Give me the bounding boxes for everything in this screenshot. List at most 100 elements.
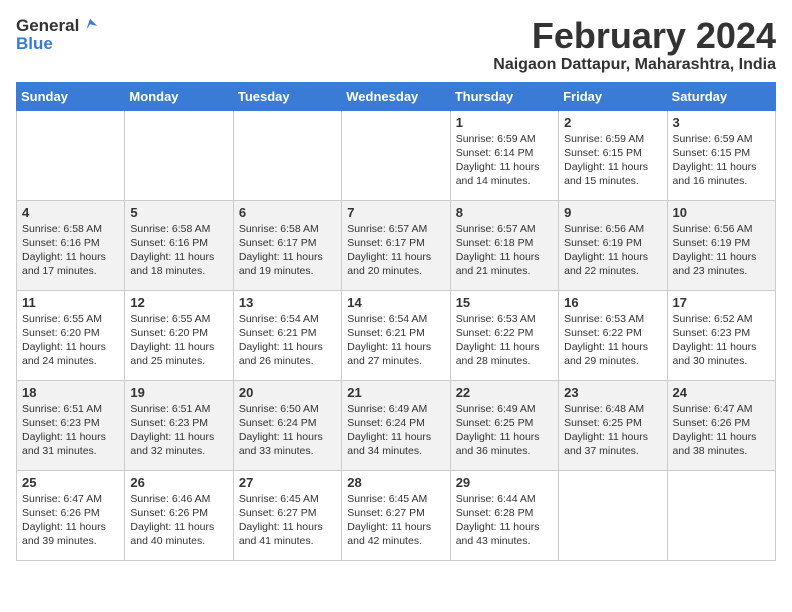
- day-number: 9: [564, 205, 661, 220]
- weekday-header-cell: Saturday: [667, 82, 775, 110]
- day-number: 10: [673, 205, 770, 220]
- calendar-day-cell: 29 Sunrise: 6:44 AMSunset: 6:28 PMDayligh…: [450, 470, 558, 560]
- weekday-header-cell: Wednesday: [342, 82, 450, 110]
- calendar-day-cell: [667, 470, 775, 560]
- calendar-day-cell: 27 Sunrise: 6:45 AMSunset: 6:27 PMDayligh…: [233, 470, 341, 560]
- calendar-body: 1 Sunrise: 6:59 AMSunset: 6:14 PMDaylight…: [17, 110, 776, 560]
- day-info: Sunrise: 6:57 AMSunset: 6:18 PMDaylight:…: [456, 222, 553, 279]
- day-info: Sunrise: 6:51 AMSunset: 6:23 PMDaylight:…: [130, 402, 227, 459]
- day-info: Sunrise: 6:55 AMSunset: 6:20 PMDaylight:…: [130, 312, 227, 369]
- calendar-day-cell: 15Sunrise: 6:53 AMSunset: 6:22 PMDayligh…: [450, 290, 558, 380]
- day-number: 5: [130, 205, 227, 220]
- title-block: February 2024 Naigaon Dattapur, Maharash…: [493, 16, 776, 74]
- day-number: 17: [673, 295, 770, 310]
- calendar-table: SundayMondayTuesdayWednesdayThursdayFrid…: [16, 82, 776, 561]
- logo-general-text: General: [16, 16, 79, 36]
- day-number: 25: [22, 475, 119, 490]
- calendar-day-cell: 8 Sunrise: 6:57 AMSunset: 6:18 PMDaylight…: [450, 200, 558, 290]
- day-number: 6: [239, 205, 336, 220]
- day-info: Sunrise: 6:58 AMSunset: 6:16 PMDaylight:…: [22, 222, 119, 279]
- calendar-day-cell: 23 Sunrise: 6:48 AMSunset: 6:25 PMDayligh…: [559, 380, 667, 470]
- calendar-day-cell: 16 Sunrise: 6:53 AMSunset: 6:22 PMDayligh…: [559, 290, 667, 380]
- day-info: Sunrise: 6:56 AMSunset: 6:19 PMDaylight:…: [564, 222, 661, 279]
- day-info: Sunrise: 6:59 AMSunset: 6:14 PMDaylight:…: [456, 132, 553, 189]
- calendar-week-row: 25 Sunrise: 6:47 AMSunset: 6:26 PMDayligh…: [17, 470, 776, 560]
- day-number: 29: [456, 475, 553, 490]
- day-info: Sunrise: 6:54 AMSunset: 6:21 PMDaylight:…: [239, 312, 336, 369]
- day-number: 2: [564, 115, 661, 130]
- day-number: 14: [347, 295, 444, 310]
- day-number: 12: [130, 295, 227, 310]
- calendar-day-cell: [342, 110, 450, 200]
- calendar-day-cell: 21 Sunrise: 6:49 AMSunset: 6:24 PMDayligh…: [342, 380, 450, 470]
- calendar-week-row: 1 Sunrise: 6:59 AMSunset: 6:14 PMDaylight…: [17, 110, 776, 200]
- day-number: 20: [239, 385, 336, 400]
- logo-blue-text: Blue: [16, 34, 53, 54]
- day-info: Sunrise: 6:45 AMSunset: 6:27 PMDaylight:…: [347, 492, 444, 549]
- calendar-header: SundayMondayTuesdayWednesdayThursdayFrid…: [17, 82, 776, 110]
- calendar-day-cell: 18 Sunrise: 6:51 AMSunset: 6:23 PMDayligh…: [17, 380, 125, 470]
- day-number: 8: [456, 205, 553, 220]
- weekday-header-cell: Monday: [125, 82, 233, 110]
- day-number: 7: [347, 205, 444, 220]
- day-info: Sunrise: 6:49 AMSunset: 6:24 PMDaylight:…: [347, 402, 444, 459]
- day-number: 27: [239, 475, 336, 490]
- day-info: Sunrise: 6:55 AMSunset: 6:20 PMDaylight:…: [22, 312, 119, 369]
- logo-bird-icon: [81, 17, 99, 35]
- calendar-title: February 2024: [493, 16, 776, 56]
- day-number: 16: [564, 295, 661, 310]
- calendar-day-cell: 2Sunrise: 6:59 AMSunset: 6:15 PMDaylight…: [559, 110, 667, 200]
- day-number: 15: [456, 295, 553, 310]
- calendar-day-cell: 24Sunrise: 6:47 AMSunset: 6:26 PMDayligh…: [667, 380, 775, 470]
- weekday-header-row: SundayMondayTuesdayWednesdayThursdayFrid…: [17, 82, 776, 110]
- weekday-header-cell: Friday: [559, 82, 667, 110]
- calendar-day-cell: 4 Sunrise: 6:58 AMSunset: 6:16 PMDaylight…: [17, 200, 125, 290]
- calendar-day-cell: 28Sunrise: 6:45 AMSunset: 6:27 PMDayligh…: [342, 470, 450, 560]
- day-info: Sunrise: 6:53 AMSunset: 6:22 PMDaylight:…: [564, 312, 661, 369]
- day-info: Sunrise: 6:44 AMSunset: 6:28 PMDaylight:…: [456, 492, 553, 549]
- day-number: 23: [564, 385, 661, 400]
- day-info: Sunrise: 6:51 AMSunset: 6:23 PMDaylight:…: [22, 402, 119, 459]
- calendar-day-cell: 20Sunrise: 6:50 AMSunset: 6:24 PMDayligh…: [233, 380, 341, 470]
- calendar-week-row: 18 Sunrise: 6:51 AMSunset: 6:23 PMDayligh…: [17, 380, 776, 470]
- calendar-week-row: 4 Sunrise: 6:58 AMSunset: 6:16 PMDaylight…: [17, 200, 776, 290]
- weekday-header-cell: Thursday: [450, 82, 558, 110]
- calendar-day-cell: 1 Sunrise: 6:59 AMSunset: 6:14 PMDaylight…: [450, 110, 558, 200]
- day-number: 4: [22, 205, 119, 220]
- day-info: Sunrise: 6:58 AMSunset: 6:16 PMDaylight:…: [130, 222, 227, 279]
- calendar-day-cell: 17 Sunrise: 6:52 AMSunset: 6:23 PMDayligh…: [667, 290, 775, 380]
- calendar-day-cell: 12 Sunrise: 6:55 AMSunset: 6:20 PMDayligh…: [125, 290, 233, 380]
- day-number: 13: [239, 295, 336, 310]
- calendar-day-cell: [17, 110, 125, 200]
- calendar-day-cell: 22 Sunrise: 6:49 AMSunset: 6:25 PMDayligh…: [450, 380, 558, 470]
- day-number: 21: [347, 385, 444, 400]
- day-info: Sunrise: 6:48 AMSunset: 6:25 PMDaylight:…: [564, 402, 661, 459]
- day-number: 22: [456, 385, 553, 400]
- day-info: Sunrise: 6:56 AMSunset: 6:19 PMDaylight:…: [673, 222, 770, 279]
- calendar-day-cell: 19 Sunrise: 6:51 AMSunset: 6:23 PMDayligh…: [125, 380, 233, 470]
- day-number: 24: [673, 385, 770, 400]
- day-number: 1: [456, 115, 553, 130]
- calendar-day-cell: [559, 470, 667, 560]
- logo: General Blue: [16, 16, 99, 54]
- calendar-day-cell: 13 Sunrise: 6:54 AMSunset: 6:21 PMDayligh…: [233, 290, 341, 380]
- calendar-day-cell: 25 Sunrise: 6:47 AMSunset: 6:26 PMDayligh…: [17, 470, 125, 560]
- calendar-day-cell: [125, 110, 233, 200]
- day-info: Sunrise: 6:47 AMSunset: 6:26 PMDaylight:…: [22, 492, 119, 549]
- day-info: Sunrise: 6:57 AMSunset: 6:17 PMDaylight:…: [347, 222, 444, 279]
- calendar-day-cell: 9 Sunrise: 6:56 AMSunset: 6:19 PMDaylight…: [559, 200, 667, 290]
- day-number: 19: [130, 385, 227, 400]
- calendar-day-cell: 3Sunrise: 6:59 AMSunset: 6:15 PMDaylight…: [667, 110, 775, 200]
- day-info: Sunrise: 6:49 AMSunset: 6:25 PMDaylight:…: [456, 402, 553, 459]
- calendar-day-cell: 7 Sunrise: 6:57 AMSunset: 6:17 PMDaylight…: [342, 200, 450, 290]
- day-info: Sunrise: 6:52 AMSunset: 6:23 PMDaylight:…: [673, 312, 770, 369]
- day-info: Sunrise: 6:59 AMSunset: 6:15 PMDaylight:…: [673, 132, 770, 189]
- day-info: Sunrise: 6:54 AMSunset: 6:21 PMDaylight:…: [347, 312, 444, 369]
- day-info: Sunrise: 6:45 AMSunset: 6:27 PMDaylight:…: [239, 492, 336, 549]
- calendar-day-cell: 11Sunrise: 6:55 AMSunset: 6:20 PMDayligh…: [17, 290, 125, 380]
- calendar-subtitle: Naigaon Dattapur, Maharashtra, India: [493, 56, 776, 74]
- day-number: 18: [22, 385, 119, 400]
- calendar-day-cell: 6 Sunrise: 6:58 AMSunset: 6:17 PMDaylight…: [233, 200, 341, 290]
- day-info: Sunrise: 6:58 AMSunset: 6:17 PMDaylight:…: [239, 222, 336, 279]
- weekday-header-cell: Sunday: [17, 82, 125, 110]
